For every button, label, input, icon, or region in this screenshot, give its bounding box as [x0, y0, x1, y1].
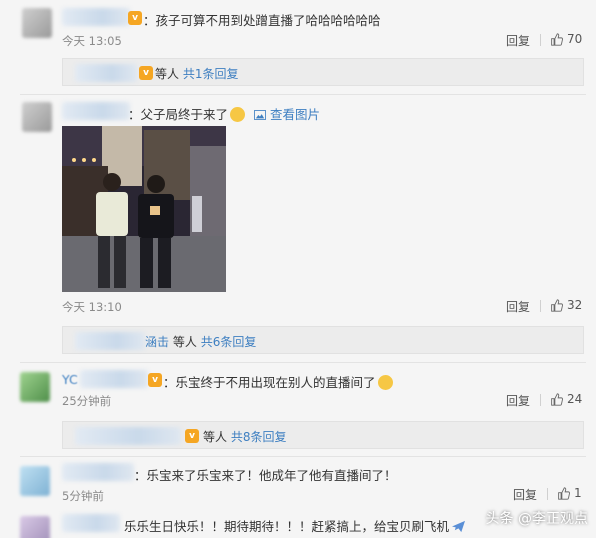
comment-text: ：乐宝终于不用出现在别人的直播间了	[163, 372, 393, 391]
avatar[interactable]	[20, 372, 50, 402]
like-button[interactable]: 70	[550, 32, 582, 46]
comment-photo[interactable]	[62, 126, 226, 292]
comment-body: 乐乐生日快乐！！期待期待！！！赶紧搞上，给宝贝刷飞机	[124, 519, 450, 534]
divider	[540, 34, 541, 46]
comment-time: 25分钟前	[62, 394, 112, 408]
divider	[547, 488, 548, 500]
like-count: 70	[567, 32, 583, 46]
reply-count-link[interactable]: 共6条回复	[201, 335, 257, 349]
like-button[interactable]: 1	[557, 486, 582, 500]
comment-feed: v ：孩子可算不用到处蹭直播了哈哈哈哈哈哈 今天 13:05 回复 70 v 等…	[0, 0, 596, 538]
username[interactable]	[62, 8, 130, 26]
divider	[20, 456, 586, 457]
username-prefix[interactable]: YC	[62, 372, 78, 387]
sub-reply-summary: 等人 共8条回复	[203, 428, 286, 445]
like-count: 1	[574, 486, 582, 500]
reply-count-link[interactable]: 共8条回复	[231, 430, 287, 444]
comment-text: ：父子局终于来了	[128, 104, 246, 123]
comment-body: ：乐宝终于不用出现在别人的直播间了	[163, 375, 376, 390]
sub-reply-bar[interactable]: 涵击 等人 共6条回复	[62, 326, 584, 354]
sub-reply-bar[interactable]: v 等人 共8条回复	[62, 421, 584, 449]
sub-reply-prefix: 等人	[155, 67, 180, 81]
comment-text: 乐乐生日快乐！！期待期待！！！赶紧搞上，给宝贝刷飞机	[124, 516, 466, 535]
view-image-label[interactable]: 查看图片	[270, 107, 320, 122]
vip-badge-icon: v	[128, 11, 142, 25]
comment-body: ：父子局终于来了	[128, 107, 229, 122]
divider	[540, 394, 541, 406]
divider	[20, 94, 586, 95]
vip-badge-icon: v	[185, 429, 199, 443]
vip-badge-icon: v	[139, 66, 153, 80]
reply-count-link[interactable]: 共1条回复	[183, 67, 239, 81]
username[interactable]	[62, 463, 134, 481]
sub-reply-summary: 涵击 等人 共6条回复	[145, 333, 256, 350]
comment-text: ：孩子可算不用到处蹭直播了哈哈哈哈哈哈	[143, 13, 381, 28]
reply-username[interactable]	[75, 427, 181, 445]
like-button[interactable]: 32	[550, 298, 582, 312]
username[interactable]	[62, 102, 130, 120]
sub-reply-bar[interactable]: v 等人 共1条回复	[62, 58, 584, 86]
reply-button[interactable]: 回复	[506, 32, 530, 49]
image-icon	[254, 110, 266, 120]
thumbs-up-icon	[551, 298, 563, 312]
comment-time: 5分钟前	[62, 489, 104, 503]
sub-reply-summary: 等人 共1条回复	[155, 65, 238, 82]
username[interactable]	[80, 370, 148, 388]
crying-emoji-icon	[230, 107, 246, 122]
wink-emoji-icon	[377, 375, 393, 390]
divider	[20, 362, 586, 363]
photo-scene	[62, 126, 226, 292]
reply-button[interactable]: 回复	[513, 486, 537, 503]
comment-time: 今天 13:05	[62, 34, 122, 48]
reply-button[interactable]: 回复	[506, 298, 530, 315]
thumbs-up-icon	[558, 486, 570, 500]
reply-username-tail[interactable]: 涵击	[145, 335, 169, 349]
reply-button[interactable]: 回复	[506, 392, 530, 409]
reply-username[interactable]	[75, 332, 145, 350]
comment-text: ：乐宝来了乐宝来了！他成年了他有直播间了！	[134, 468, 397, 483]
avatar[interactable]	[22, 102, 52, 132]
like-count: 24	[567, 392, 583, 406]
reply-username[interactable]	[75, 64, 137, 82]
username[interactable]	[62, 514, 120, 532]
avatar[interactable]	[22, 8, 52, 38]
airplane-emoji-icon	[451, 520, 466, 533]
avatar[interactable]	[20, 516, 50, 538]
like-count: 32	[567, 298, 583, 312]
divider	[540, 300, 541, 312]
sub-reply-prefix: 等人	[203, 430, 228, 444]
like-button[interactable]: 24	[550, 392, 582, 406]
sub-reply-prefix: 等人	[172, 335, 197, 349]
thumbs-up-icon	[551, 32, 563, 46]
comment-time: 今天 13:10	[62, 300, 122, 314]
thumbs-up-icon	[551, 392, 563, 406]
view-image-link[interactable]: 查看图片	[254, 104, 320, 123]
avatar[interactable]	[20, 466, 50, 496]
vip-badge-icon: v	[148, 373, 162, 387]
watermark: 头条 @李正观点	[485, 511, 588, 527]
